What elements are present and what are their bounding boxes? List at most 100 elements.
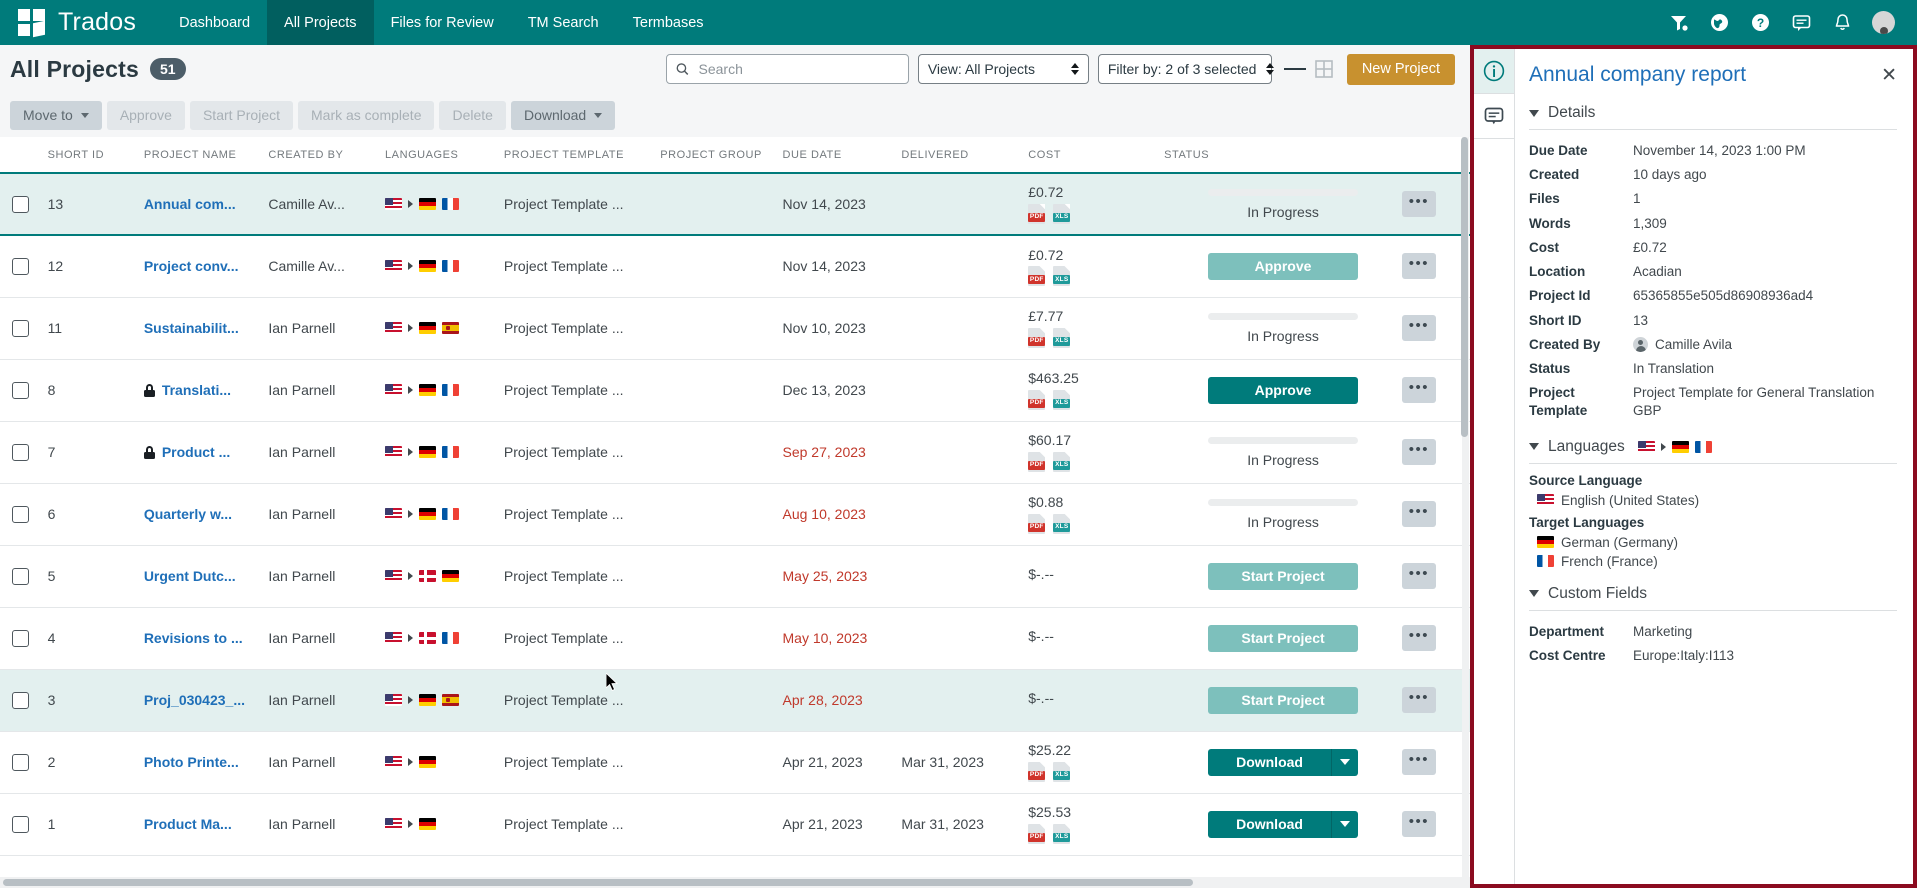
- cell-project-name[interactable]: Proj_030423_...: [144, 692, 269, 708]
- pdf-file-icon[interactable]: PDF: [1028, 762, 1045, 782]
- table-row[interactable]: 3Proj_030423_...Ian ParnellProject Templ…: [0, 669, 1470, 731]
- status-action-button[interactable]: Approve: [1208, 253, 1358, 280]
- brand-logo[interactable]: Trados: [0, 0, 162, 45]
- row-checkbox[interactable]: [12, 382, 29, 399]
- languages-section-header[interactable]: Languages: [1529, 433, 1897, 463]
- move-to-button[interactable]: Move to: [10, 101, 102, 130]
- column-project-name[interactable]: PROJECT NAME: [144, 137, 269, 173]
- row-checkbox[interactable]: [12, 816, 29, 833]
- globe-icon[interactable]: [1708, 12, 1730, 34]
- table-row[interactable]: 11Sustainabilit...Ian ParnellProject Tem…: [0, 297, 1470, 359]
- row-checkbox[interactable]: [12, 692, 29, 709]
- column-languages[interactable]: LANGUAGES: [385, 137, 504, 173]
- column-created-by[interactable]: CREATED BY: [268, 137, 385, 173]
- row-more-actions-button[interactable]: •••: [1402, 749, 1436, 775]
- view-select[interactable]: View: All Projects: [918, 54, 1089, 84]
- column-due-date[interactable]: DUE DATE: [783, 137, 902, 173]
- xls-file-icon[interactable]: XLS: [1053, 514, 1070, 534]
- pdf-file-icon[interactable]: PDF: [1028, 204, 1045, 224]
- table-row[interactable]: 5Urgent Dutc...Ian ParnellProject Templa…: [0, 545, 1470, 607]
- row-more-actions-button[interactable]: •••: [1402, 377, 1436, 403]
- status-action-button[interactable]: Start Project: [1208, 563, 1358, 590]
- nav-link-termbases[interactable]: Termbases: [616, 0, 721, 45]
- mark-as-complete-button[interactable]: Mark as complete: [298, 101, 434, 130]
- row-checkbox[interactable]: [12, 196, 29, 213]
- row-checkbox[interactable]: [12, 630, 29, 647]
- xls-file-icon[interactable]: XLS: [1053, 328, 1070, 348]
- xls-file-icon[interactable]: XLS: [1053, 452, 1070, 472]
- row-more-actions-button[interactable]: •••: [1402, 315, 1436, 341]
- start-project-button[interactable]: Start Project: [190, 101, 293, 130]
- status-action-button[interactable]: Start Project: [1208, 687, 1358, 714]
- nav-link-all-projects[interactable]: All Projects: [267, 0, 374, 45]
- horizontal-scrollbar-thumb[interactable]: [3, 879, 1193, 886]
- download-button[interactable]: Download: [511, 101, 615, 130]
- row-more-actions-button[interactable]: •••: [1402, 625, 1436, 651]
- grid-view-icon[interactable]: [1313, 58, 1335, 80]
- pdf-file-icon[interactable]: PDF: [1028, 824, 1045, 844]
- table-row[interactable]: 13Annual com...Camille Av...Project Temp…: [0, 173, 1470, 235]
- cell-project-name[interactable]: Translati...: [144, 382, 269, 398]
- cell-project-name[interactable]: Urgent Dutc...: [144, 568, 269, 584]
- new-project-button[interactable]: New Project: [1347, 54, 1455, 85]
- xls-file-icon[interactable]: XLS: [1053, 762, 1070, 782]
- cell-project-name[interactable]: Quarterly w...: [144, 506, 269, 522]
- xls-file-icon[interactable]: XLS: [1053, 266, 1070, 286]
- table-row[interactable]: 1Product Ma...Ian ParnellProject Templat…: [0, 793, 1470, 855]
- column-project-template[interactable]: PROJECT TEMPLATE: [504, 137, 660, 173]
- table-row[interactable]: 7Product ...Ian ParnellProject Template …: [0, 421, 1470, 483]
- filter-select[interactable]: Filter by: 2 of 3 selected: [1098, 54, 1272, 84]
- xls-file-icon[interactable]: XLS: [1053, 390, 1070, 410]
- custom-fields-section-header[interactable]: Custom Fields: [1529, 580, 1897, 610]
- status-download-split-button[interactable]: Download: [1208, 811, 1358, 838]
- column-status[interactable]: STATUS: [1164, 137, 1402, 173]
- cell-project-name[interactable]: Annual com...: [144, 196, 269, 212]
- help-icon[interactable]: ?: [1749, 12, 1771, 34]
- details-section-header[interactable]: Details: [1529, 99, 1897, 129]
- delete-button[interactable]: Delete: [439, 101, 505, 130]
- pdf-file-icon[interactable]: PDF: [1028, 514, 1045, 534]
- caret-down-icon[interactable]: [1331, 749, 1358, 776]
- row-more-actions-button[interactable]: •••: [1402, 191, 1436, 217]
- row-checkbox[interactable]: [12, 258, 29, 275]
- row-more-actions-button[interactable]: •••: [1402, 439, 1436, 465]
- cell-project-name[interactable]: Product ...: [144, 444, 269, 460]
- list-view-icon[interactable]: [1284, 58, 1306, 80]
- pdf-file-icon[interactable]: PDF: [1028, 266, 1045, 286]
- nav-link-tm-search[interactable]: TM Search: [511, 0, 616, 45]
- xls-file-icon[interactable]: XLS: [1053, 824, 1070, 844]
- row-more-actions-button[interactable]: •••: [1402, 501, 1436, 527]
- horizontal-scrollbar-track[interactable]: [0, 877, 1470, 888]
- table-row[interactable]: 8Translati...Ian ParnellProject Template…: [0, 359, 1470, 421]
- table-row[interactable]: 6Quarterly w...Ian ParnellProject Templa…: [0, 483, 1470, 545]
- search-input[interactable]: [697, 60, 899, 78]
- row-checkbox[interactable]: [12, 568, 29, 585]
- caret-down-icon[interactable]: [1331, 811, 1358, 838]
- filter-icon[interactable]: [1667, 12, 1689, 34]
- column-delivered[interactable]: DELIVERED: [901, 137, 1028, 173]
- cell-project-name[interactable]: Sustainabilit...: [144, 320, 269, 336]
- user-avatar-icon[interactable]: [1872, 11, 1895, 34]
- row-more-actions-button[interactable]: •••: [1402, 563, 1436, 589]
- search-box[interactable]: [666, 54, 909, 84]
- pdf-file-icon[interactable]: PDF: [1028, 390, 1045, 410]
- nav-link-dashboard[interactable]: Dashboard: [162, 0, 267, 45]
- status-download-split-button[interactable]: Download: [1208, 749, 1358, 776]
- vertical-scrollbar-thumb[interactable]: [1461, 137, 1468, 437]
- close-icon[interactable]: ✕: [1881, 66, 1897, 85]
- column-project-group[interactable]: PROJECT GROUP: [660, 137, 782, 173]
- approve-button[interactable]: Approve: [107, 101, 185, 130]
- row-checkbox[interactable]: [12, 506, 29, 523]
- column-cost[interactable]: COST: [1028, 137, 1164, 173]
- table-row[interactable]: 4Revisions to ...Ian ParnellProject Temp…: [0, 607, 1470, 669]
- row-more-actions-button[interactable]: •••: [1402, 811, 1436, 837]
- row-more-actions-button[interactable]: •••: [1402, 687, 1436, 713]
- column-short-id[interactable]: SHORT ID: [48, 137, 144, 173]
- pdf-file-icon[interactable]: PDF: [1028, 328, 1045, 348]
- table-row[interactable]: 2Photo Printe...Ian ParnellProject Templ…: [0, 731, 1470, 793]
- row-checkbox[interactable]: [12, 754, 29, 771]
- status-action-button[interactable]: Approve: [1208, 377, 1358, 404]
- row-more-actions-button[interactable]: •••: [1402, 253, 1436, 279]
- vertical-scrollbar-track[interactable]: [1462, 137, 1469, 888]
- info-icon[interactable]: [1474, 49, 1514, 94]
